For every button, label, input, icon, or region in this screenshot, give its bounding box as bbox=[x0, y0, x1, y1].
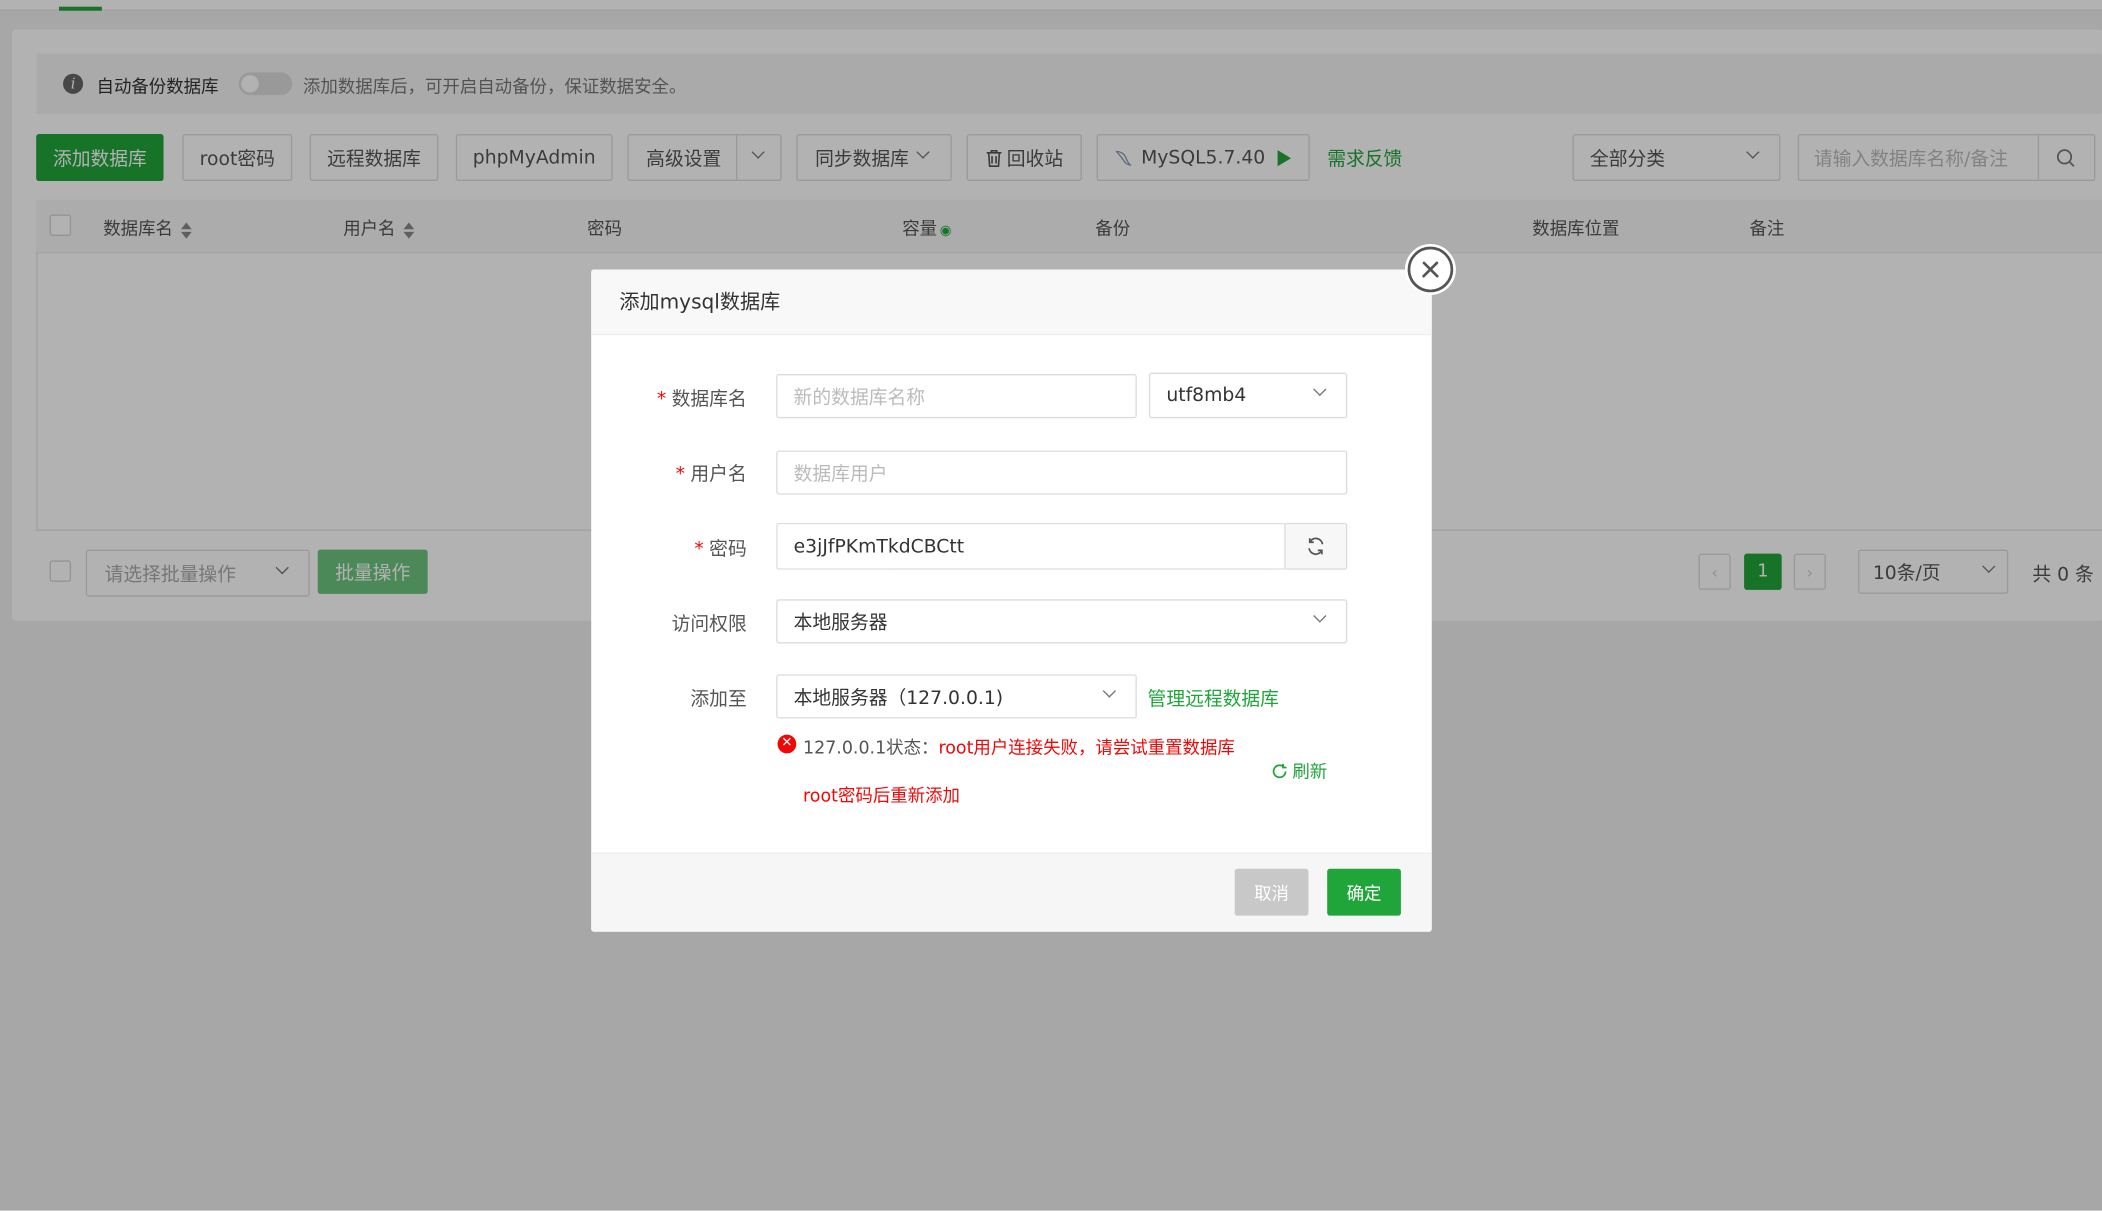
charset-value: utf8mb4 bbox=[1166, 384, 1247, 407]
add-to-value: 本地服务器（127.0.0.1) bbox=[793, 687, 1004, 709]
access-value: 本地服务器 bbox=[793, 611, 888, 634]
add-mysql-database-dialog: 添加mysql数据库 * 数据库名 新的数据库名称 utf8mb4 * 用户名 数据… bbox=[591, 269, 1432, 932]
db-name-label: * 数据库名 bbox=[656, 388, 747, 411]
dialog-title: 添加mysql数据库 bbox=[591, 269, 1432, 336]
charset-select[interactable]: utf8mb4 bbox=[1148, 372, 1348, 419]
username-input[interactable]: 数据库用户 bbox=[776, 450, 1348, 495]
status-prefix: 127.0.0.1状态： bbox=[803, 738, 939, 759]
refresh-icon bbox=[1308, 537, 1324, 556]
add-to-label: 添加至 bbox=[690, 689, 747, 711]
status-error-line-2: root密码后重新添加 bbox=[803, 786, 960, 808]
password-input[interactable]: e3jJfPKmTkdCBCtt bbox=[776, 522, 1286, 570]
error-icon: ✕ bbox=[777, 734, 797, 754]
close-icon[interactable] bbox=[1407, 246, 1454, 293]
manage-remote-db-link[interactable]: 管理远程数据库 bbox=[1148, 685, 1279, 712]
status-error-line-1: root用户连接失败，请尝试重置数据库 bbox=[938, 738, 1235, 759]
refresh-icon bbox=[1272, 763, 1287, 779]
regenerate-password-button[interactable] bbox=[1284, 522, 1348, 570]
username-label: * 用户名 bbox=[675, 463, 747, 486]
access-label: 访问权限 bbox=[671, 613, 747, 636]
confirm-button[interactable]: 确定 bbox=[1327, 868, 1401, 916]
db-name-input[interactable]: 新的数据库名称 bbox=[776, 374, 1137, 419]
refresh-label: 刷新 bbox=[1292, 762, 1328, 783]
chevron-down-icon bbox=[1313, 609, 1327, 623]
chevron-down-icon bbox=[1313, 382, 1327, 397]
access-select[interactable]: 本地服务器 bbox=[776, 599, 1348, 644]
connection-status: 127.0.0.1状态：root用户连接失败，请尝试重置数据库 bbox=[803, 733, 1235, 759]
cancel-button[interactable]: 取消 bbox=[1234, 868, 1309, 916]
password-label: * 密码 bbox=[694, 538, 747, 561]
add-to-select[interactable]: 本地服务器（127.0.0.1) bbox=[776, 674, 1137, 719]
refresh-status-link[interactable]: 刷新 bbox=[1271, 757, 1328, 783]
chevron-down-icon bbox=[1102, 684, 1116, 698]
